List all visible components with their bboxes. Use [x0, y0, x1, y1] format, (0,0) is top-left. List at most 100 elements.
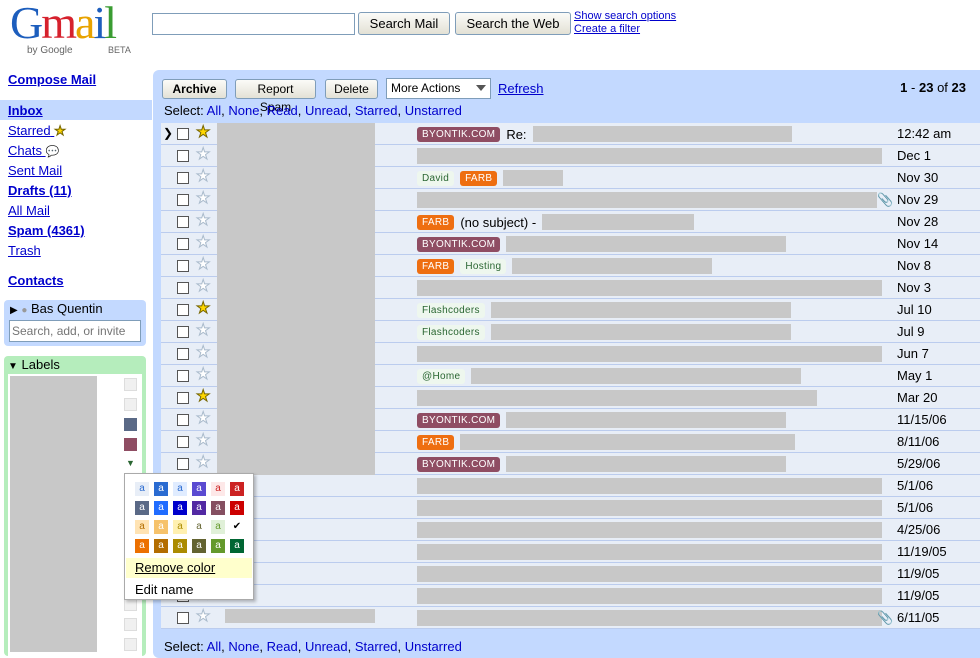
select-all[interactable]: All [207, 103, 221, 118]
color-swatch[interactable]: a [173, 501, 187, 515]
email-row[interactable]: ★ 📎 6/11/05 [161, 607, 980, 629]
email-row[interactable]: ★ FARB Hosting Nov 8 [161, 255, 980, 277]
nav-all-mail[interactable]: All Mail [8, 203, 50, 218]
row-checkbox[interactable] [177, 392, 189, 404]
row-checkbox[interactable] [177, 194, 189, 206]
label-chip[interactable]: Flashcoders [417, 324, 485, 340]
star-icon[interactable]: ★ [195, 410, 210, 428]
star-icon[interactable]: ★ [195, 146, 210, 164]
select-none[interactable]: None [228, 103, 259, 118]
create-filter-link[interactable]: Create a filter [574, 23, 676, 36]
color-swatch[interactable]: a [173, 539, 187, 553]
edit-name-option[interactable]: Edit name [126, 580, 252, 600]
email-row[interactable]: ★ Nov 3 [161, 277, 980, 299]
row-checkbox[interactable] [177, 304, 189, 316]
label-chip[interactable]: FARB [417, 434, 455, 450]
email-row[interactable]: ★4/25/06 [161, 519, 980, 541]
email-row[interactable]: ★ FARB 8/11/06 [161, 431, 980, 453]
label-chip[interactable]: FARB [417, 214, 455, 230]
search-input[interactable] [152, 13, 355, 35]
delete-button[interactable]: Delete [325, 79, 378, 99]
star-icon[interactable]: ★ [195, 124, 210, 142]
color-swatch[interactable]: a [192, 501, 206, 515]
chat-search-input[interactable] [9, 320, 141, 342]
more-actions-select[interactable]: More Actions [386, 78, 491, 99]
search-web-button[interactable]: Search the Web [455, 12, 571, 35]
select-none[interactable]: None [228, 639, 259, 654]
email-row[interactable]: ★ BYONTIK.COM 11/15/06 [161, 409, 980, 431]
email-row[interactable]: ★ Flashcoders Jul 9 [161, 321, 980, 343]
email-row[interactable]: ★11/19/05 [161, 541, 980, 563]
row-checkbox[interactable] [177, 326, 189, 338]
nav-sent-mail[interactable]: Sent Mail [8, 163, 62, 178]
nav-starred[interactable]: Starred ★ [8, 123, 66, 139]
star-icon[interactable]: ★ [195, 190, 210, 208]
label-color-swatch[interactable] [124, 438, 137, 451]
color-swatch[interactable]: a [230, 539, 244, 553]
star-icon[interactable]: ★ [195, 234, 210, 252]
show-search-options-link[interactable]: Show search options [574, 10, 676, 23]
row-checkbox[interactable] [177, 348, 189, 360]
label-color-swatch[interactable] [124, 378, 137, 391]
color-swatch[interactable]: a [154, 501, 168, 515]
star-icon[interactable]: ★ [195, 322, 210, 340]
row-checkbox[interactable] [177, 612, 189, 624]
label-color-swatch[interactable] [124, 638, 137, 651]
email-row[interactable]: ❯ ★ BYONTIK.COM Re: 12:42 am [161, 123, 980, 145]
remove-color-option[interactable]: Remove color [126, 558, 252, 578]
row-checkbox[interactable] [177, 370, 189, 382]
email-row[interactable]: ★11/9/05 [161, 563, 980, 585]
color-swatch[interactable]: a [135, 520, 149, 534]
color-swatch[interactable]: a [173, 520, 187, 534]
email-row[interactable]: ★ BYONTIK.COM 5/29/06 [161, 453, 980, 475]
color-swatch[interactable]: a [154, 482, 168, 496]
email-row[interactable]: ★11/9/05 [161, 585, 980, 607]
label-color-swatch[interactable] [124, 418, 137, 431]
email-row[interactable]: ★ 📎 Nov 29 [161, 189, 980, 211]
color-swatch[interactable]: a [192, 520, 206, 534]
color-swatch[interactable]: a [192, 482, 206, 496]
label-chip[interactable]: BYONTIK.COM [417, 412, 501, 428]
label-chip[interactable]: BYONTIK.COM [417, 456, 501, 472]
email-row[interactable]: ★ @Home May 1 [161, 365, 980, 387]
label-chip[interactable]: FARB [460, 170, 498, 186]
select-unstarred[interactable]: Unstarred [405, 103, 462, 118]
select-starred[interactable]: Starred [355, 103, 398, 118]
email-row[interactable]: ★ David FARB Nov 30 [161, 167, 980, 189]
star-icon[interactable]: ★ [195, 432, 210, 450]
label-chip[interactable]: BYONTIK.COM [417, 126, 501, 142]
label-color-swatch[interactable] [124, 618, 137, 631]
color-swatch[interactable]: a [154, 539, 168, 553]
star-icon[interactable]: ★ [195, 388, 210, 406]
select-read[interactable]: Read [267, 639, 298, 654]
report-spam-button[interactable]: Report Spam [235, 79, 316, 114]
row-checkbox[interactable] [177, 238, 189, 250]
nav-chats[interactable]: Chats 💬 [8, 143, 59, 158]
star-icon[interactable]: ★ [195, 278, 210, 296]
label-chip[interactable]: FARB [417, 258, 455, 274]
select-unread[interactable]: Unread [305, 639, 348, 654]
select-starred[interactable]: Starred [355, 639, 398, 654]
star-icon[interactable]: ★ [195, 212, 210, 230]
select-unread[interactable]: Unread [305, 103, 348, 118]
color-swatch[interactable]: a [230, 482, 244, 496]
nav-contacts[interactable]: Contacts [8, 273, 64, 288]
label-chip[interactable]: Hosting [460, 258, 507, 274]
selected-color-check-icon[interactable]: ✔ [230, 520, 244, 534]
star-icon[interactable]: ★ [195, 608, 210, 626]
label-chip[interactable]: BYONTIK.COM [417, 236, 501, 252]
color-swatch[interactable]: a [211, 520, 225, 534]
label-color-swatch[interactable] [124, 398, 137, 411]
nav-inbox[interactable]: Inbox [8, 103, 43, 118]
star-icon[interactable]: ★ [195, 168, 210, 186]
label-menu-dropdown-icon[interactable]: ▼ [126, 458, 135, 468]
row-checkbox[interactable] [177, 282, 189, 294]
label-chip[interactable]: @Home [417, 368, 466, 384]
star-icon[interactable]: ★ [195, 366, 210, 384]
row-checkbox[interactable] [177, 172, 189, 184]
color-swatch[interactable]: a [154, 520, 168, 534]
select-unstarred[interactable]: Unstarred [405, 639, 462, 654]
email-row[interactable]: ★ FARB (no subject) - Nov 28 [161, 211, 980, 233]
color-swatch[interactable]: a [135, 482, 149, 496]
color-swatch[interactable]: a [135, 539, 149, 553]
